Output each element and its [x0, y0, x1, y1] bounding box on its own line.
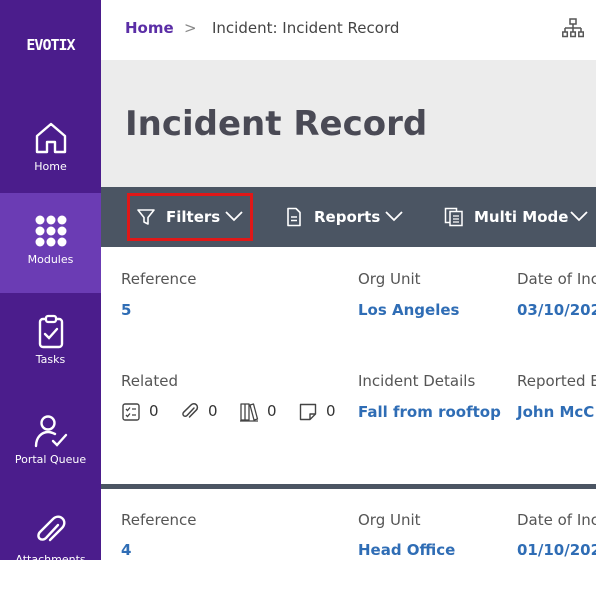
attachment-count: 0	[208, 402, 218, 420]
library-books-icon	[240, 403, 259, 422]
checklist-icon	[122, 403, 140, 421]
org-chart-icon[interactable]	[562, 18, 584, 40]
note-icon	[299, 403, 317, 421]
related-label: Related	[121, 372, 178, 390]
date-label: Date of Inc	[517, 270, 596, 288]
breadcrumb-separator: >	[184, 19, 197, 37]
related-library[interactable]: 0	[239, 402, 284, 422]
record-card[interactable]: Reference 4 Org Unit Head Office Date of…	[101, 489, 596, 560]
filters-highlight-box	[127, 193, 253, 241]
library-count: 0	[267, 402, 277, 420]
portal-queue-user-icon	[34, 415, 68, 448]
sidebar-item-label: Modules	[27, 253, 74, 266]
reported-by-label: Reported E	[517, 372, 596, 390]
sidebar-item-label: Tasks	[35, 353, 66, 366]
date-value[interactable]: 01/10/2022	[517, 541, 596, 559]
sidebar-item-modules[interactable]: Modules	[0, 193, 101, 293]
reference-label: Reference	[121, 511, 197, 529]
breadcrumb-current: Incident: Incident Record	[212, 19, 400, 37]
date-value[interactable]: 03/10/202	[517, 301, 596, 319]
chevron-down-icon	[570, 211, 588, 222]
multi-document-icon	[444, 207, 463, 227]
tasks-clipboard-icon	[38, 314, 64, 349]
sidebar: EVOTIX Home Modules Tasks Portal Queue A…	[0, 0, 101, 566]
reports-button[interactable]: Reports	[284, 187, 409, 247]
sidebar-item-home[interactable]: Home	[0, 100, 101, 200]
multi-mode-button[interactable]: Multi Mode	[444, 187, 596, 247]
sidebar-item-label: Home	[34, 160, 67, 173]
paperclip-icon	[182, 403, 199, 418]
breadcrumb-home-link[interactable]: Home	[125, 19, 174, 37]
record-card[interactable]: Reference 5 Org Unit Los Angeles Date of…	[101, 247, 596, 484]
checklist-count: 0	[149, 402, 159, 420]
org-unit-label: Org Unit	[358, 511, 421, 529]
title-bar: Incident Record	[101, 60, 596, 187]
report-document-icon	[287, 207, 301, 227]
page-title: Incident Record	[125, 104, 428, 144]
paperclip-icon	[37, 515, 66, 542]
reference-value[interactable]: 5	[121, 301, 131, 319]
sidebar-item-label: Portal Queue	[14, 453, 87, 466]
note-count: 0	[326, 402, 336, 420]
sidebar-item-attachments[interactable]: Attachments	[0, 493, 101, 593]
date-label: Date of Inc	[517, 511, 596, 529]
sidebar-item-tasks[interactable]: Tasks	[0, 293, 101, 393]
evotix-logo: EVOTIX	[26, 36, 75, 54]
chevron-down-icon	[385, 211, 403, 222]
reported-by-value[interactable]: John McC	[517, 403, 594, 421]
home-icon	[35, 122, 67, 154]
incident-details-value[interactable]: Fall from rooftop	[358, 403, 501, 421]
org-unit-value[interactable]: Los Angeles	[358, 301, 459, 319]
related-notes[interactable]: 0	[298, 402, 343, 422]
modules-grid-icon	[35, 215, 67, 247]
reports-label: Reports	[314, 208, 381, 226]
org-unit-label: Org Unit	[358, 270, 421, 288]
sidebar-item-portal-queue[interactable]: Portal Queue	[0, 393, 101, 493]
top-bar: Home > Incident: Incident Record	[101, 0, 596, 60]
incident-details-label: Incident Details	[358, 372, 476, 390]
reference-value[interactable]: 4	[121, 541, 131, 559]
related-checklists[interactable]: 0	[121, 402, 166, 422]
reference-label: Reference	[121, 270, 197, 288]
multi-mode-label: Multi Mode	[474, 208, 569, 226]
related-attachments[interactable]: 0	[180, 402, 225, 422]
org-unit-value[interactable]: Head Office	[358, 541, 455, 559]
